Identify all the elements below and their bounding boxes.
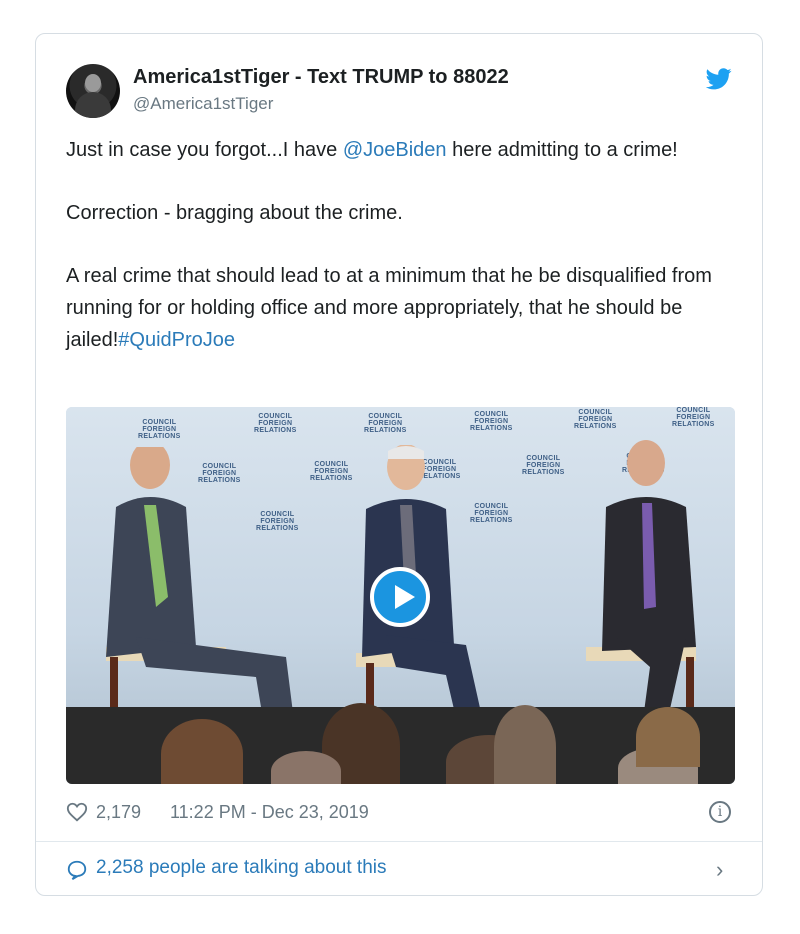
tweet-card: America1stTiger - Text TRUMP to 88022 @A… [35,33,763,896]
tweet-paragraph-3: A real crime that should lead to at a mi… [66,260,726,356]
avatar-head [85,74,101,92]
like-count[interactable]: 2,179 [96,802,141,823]
conversation-link[interactable]: 2,258 people are talking about this › [66,854,735,884]
divider [36,841,762,842]
avatar[interactable] [66,64,120,118]
tweet-paragraph-2: Correction - bragging about the crime. [66,202,403,224]
backdrop-logo: COUNCILFOREIGNRELATIONS [364,413,407,434]
video-thumbnail[interactable]: COUNCIL FOREIGN RELATIONS COUNCIL FOREIGN RE… [66,407,735,784]
tweet-text: Just in case you forgot...I have @JoeBid… [66,134,726,356]
backdrop-logo: COUNCILFOREIGNRELATIONS [138,419,181,440]
display-name[interactable]: America1stTiger - Text TRUMP to 88022 [133,66,509,89]
audience-head [636,707,700,767]
user-handle[interactable]: @America1stTiger [133,94,273,114]
moderator-figure [106,447,296,747]
backdrop-logo: COUNCILFOREIGNRELATIONS [574,409,617,430]
backdrop-logo: COUNCILFOREIGNRELATIONS [672,407,715,428]
mention-link[interactable]: @JoeBiden [343,139,447,161]
audience-head [271,751,341,784]
tweet-paragraph-1: Just in case you forgot...I have @JoeBid… [66,134,726,166]
hashtag-link[interactable]: #QuidProJoe [118,329,235,351]
text-fragment: here admitting to a crime! [446,139,678,161]
play-icon[interactable] [370,567,430,627]
text-fragment: Just in case you forgot...I have [66,139,343,161]
backdrop-logo: COUNCILFOREIGNRELATIONS [470,411,513,432]
tweet-meta: 2,179 11:22 PM - Dec 23, 2019 i [66,800,735,826]
chevron-right-icon[interactable]: › [716,857,723,883]
tweet-timestamp[interactable]: 11:22 PM - Dec 23, 2019 [170,802,369,823]
info-icon[interactable]: i [709,801,731,823]
speech-bubble-icon [67,860,87,880]
center-figure [356,445,496,745]
audience-head [494,705,556,784]
twitter-bird-icon[interactable] [706,68,732,90]
talk-text[interactable]: 2,258 people are talking about this [96,857,387,879]
heart-icon[interactable] [66,801,88,823]
right-figure [586,440,696,737]
avatar-body [75,92,111,118]
backdrop-logo: COUNCILFOREIGNRELATIONS [254,413,297,434]
audience-head [161,719,243,784]
